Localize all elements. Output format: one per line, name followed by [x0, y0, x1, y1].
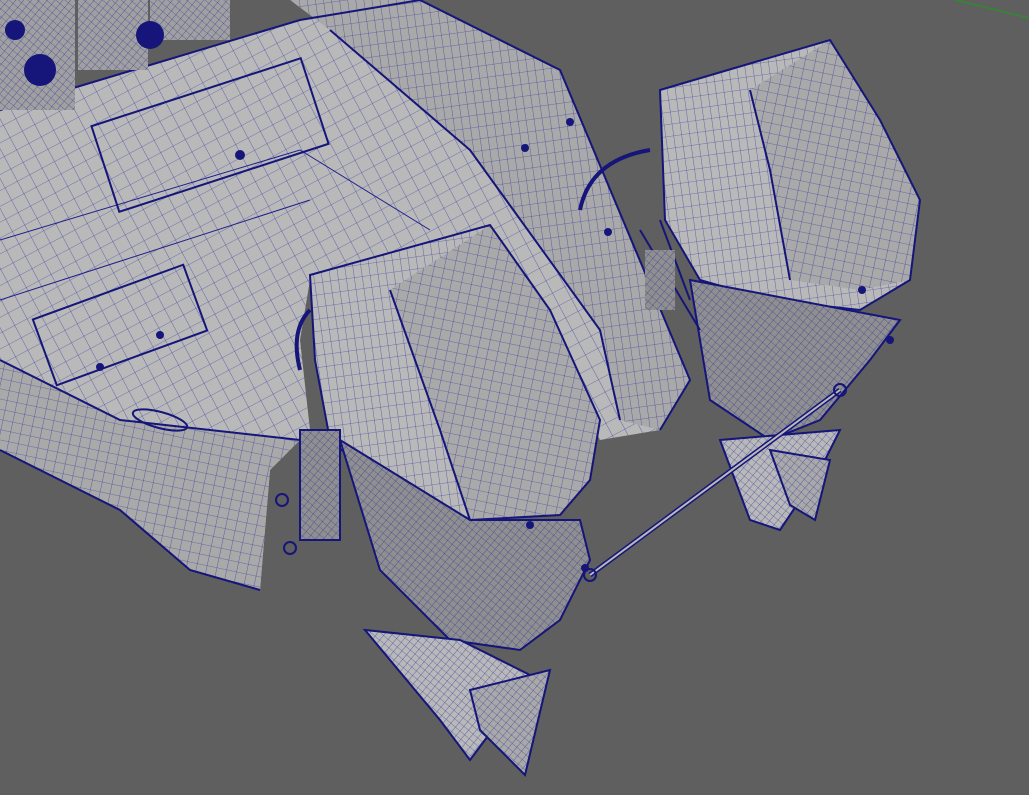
maya-3d-viewport[interactable] [0, 0, 1029, 795]
wireframe-scene[interactable] [0, 0, 1029, 795]
right-outboard-motor[interactable] [639, 38, 922, 532]
grid-axis-line [954, 0, 1029, 19]
